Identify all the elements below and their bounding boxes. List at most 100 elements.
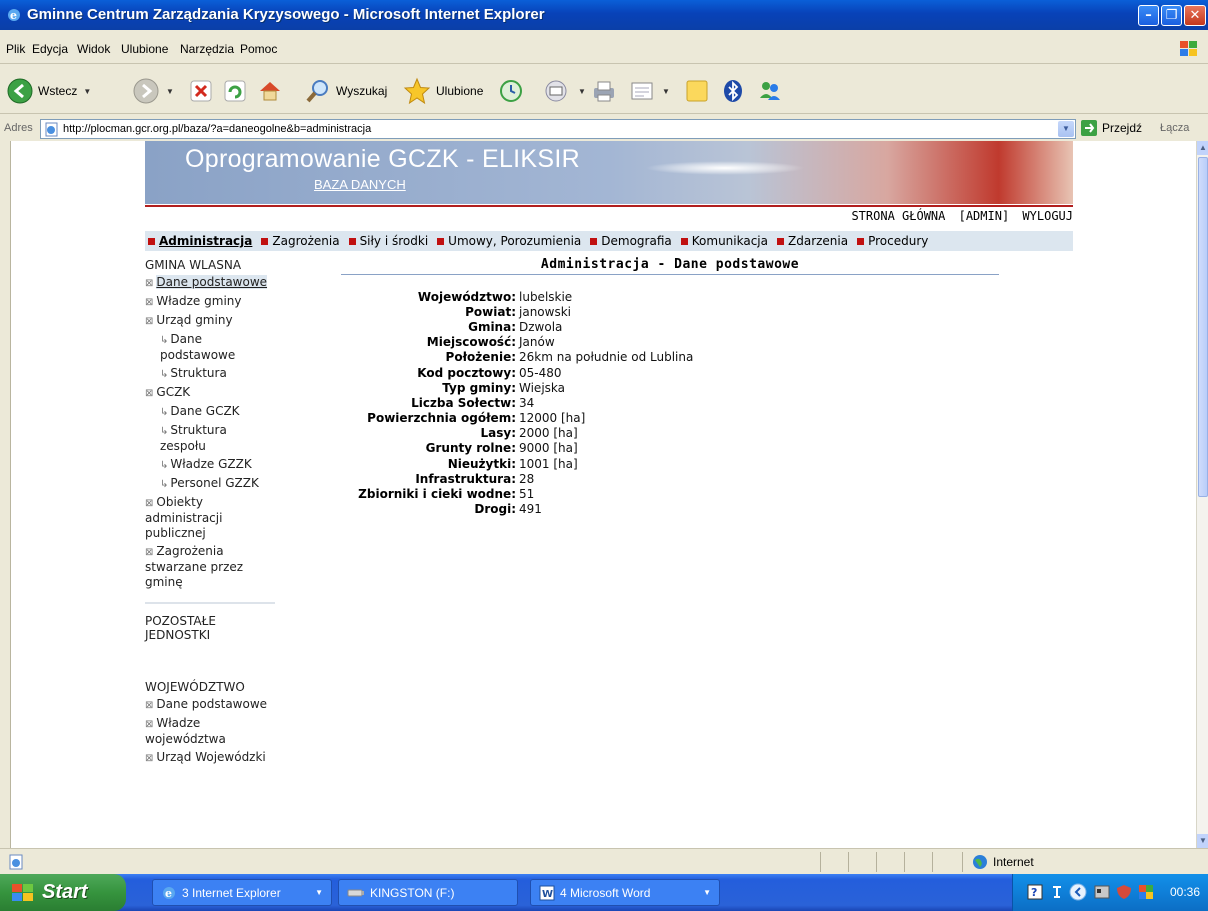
menu-favorites[interactable]: Ulubione: [121, 42, 168, 56]
subitem-arrow-icon: ↳: [160, 460, 169, 471]
sidebar-heading-pozostale[interactable]: POZOSTAŁE JEDNOSTKI: [145, 614, 275, 642]
detail-value: Janów: [519, 335, 555, 350]
search-button[interactable]: Wyszukaj: [304, 77, 387, 105]
history-icon: [500, 80, 522, 102]
expand-icon: ⊠: [145, 498, 154, 509]
messenger-icon: [760, 82, 780, 100]
mail-button[interactable]: ▼: [544, 77, 586, 105]
menu-help[interactable]: Pomoc: [240, 42, 277, 56]
address-dropdown-button[interactable]: ▼: [1058, 121, 1074, 137]
subitem-arrow-icon: ↳: [160, 426, 169, 437]
sidebar-item-woj-urzad[interactable]: ⊠ Urząd Wojewódzki: [145, 750, 275, 766]
logout-link[interactable]: WYLOGUJ: [1022, 209, 1073, 223]
menu-view[interactable]: Widok: [77, 42, 110, 56]
window-titlebar[interactable]: e Gminne Centrum Zarządzania Kryzysowego…: [0, 0, 1208, 30]
scroll-up-icon[interactable]: ▲: [1197, 141, 1208, 155]
banner-divider: [145, 205, 1073, 207]
ie-icon: e: [163, 886, 175, 900]
clock: 00:36: [1169, 885, 1200, 899]
home-icon: [260, 82, 280, 101]
sidebar-item-zagrozenia[interactable]: ⊠ Zagrożenia stwarzane przez gminę: [145, 544, 275, 590]
forward-button[interactable]: ▼: [132, 77, 174, 105]
home-button[interactable]: [256, 77, 284, 105]
home-link[interactable]: STRONA GŁÓWNA: [851, 209, 945, 223]
expand-icon: ⊠: [145, 278, 154, 289]
detail-value: 12000 [ha]: [519, 411, 586, 426]
address-input[interactable]: http://plocman.gcr.org.pl/baza/?a=daneog…: [40, 119, 1076, 139]
menu-edit[interactable]: Edycja: [32, 42, 68, 56]
nav-demografia[interactable]: Demografia: [590, 234, 672, 248]
stop-icon: [190, 80, 212, 102]
detail-label: Gmina:: [468, 319, 516, 334]
nav-bullet-icon: [348, 237, 356, 245]
menu-file[interactable]: Plik: [6, 42, 25, 56]
tray-flag-icon[interactable]: [1137, 883, 1155, 901]
detail-row: Infrastruktura: 28: [211, 471, 693, 486]
task-microsoft-word[interactable]: W 4 Microsoft Word ▼: [530, 879, 720, 906]
nav-bullet-icon: [777, 237, 784, 245]
close-button[interactable]: ✕: [1184, 5, 1206, 26]
edit-button[interactable]: ▼: [628, 77, 670, 105]
notes-button[interactable]: [684, 77, 710, 105]
sidebar-item-woj-wladze[interactable]: ⊠ Władze województwa: [145, 716, 275, 747]
expand-icon: ⊠: [145, 297, 154, 308]
detail-label: Grunty rolne:: [425, 441, 516, 456]
detail-row: Kod pocztowy: 05-480: [211, 365, 693, 380]
nav-bullet-icon: [148, 237, 155, 245]
links-label[interactable]: Łącza: [1160, 122, 1189, 134]
expand-tray-icon[interactable]: [1069, 883, 1087, 901]
detail-label: Liczba Sołectw:: [411, 395, 516, 410]
expand-icon: ⊠: [145, 388, 154, 399]
detail-label: Drogi:: [474, 502, 516, 517]
task-kingston-drive[interactable]: KINGSTON (F:): [338, 879, 518, 906]
vertical-scrollbar[interactable]: ▲ ▼: [1196, 141, 1208, 848]
start-button[interactable]: Start: [0, 874, 126, 911]
detail-value: janowski: [519, 304, 571, 319]
status-divider: [932, 852, 933, 872]
network-icon[interactable]: [1051, 883, 1063, 901]
nav-komunikacja[interactable]: Komunikacja: [680, 234, 768, 248]
banner-subtitle-link[interactable]: BAZA DANYCH: [314, 177, 406, 192]
detail-value: 2000 [ha]: [519, 426, 578, 441]
sidebar-item-woj-dane[interactable]: ⊠ Dane podstawowe: [145, 697, 275, 713]
expand-icon: ⊠: [145, 316, 154, 327]
minimize-button[interactable]: –: [1138, 5, 1159, 26]
address-bar: Adres http://plocman.gcr.org.pl/baza/?a=…: [0, 117, 1208, 141]
scroll-down-icon[interactable]: ▼: [1197, 834, 1208, 848]
favorites-button[interactable]: Ulubione: [402, 77, 483, 105]
nav-bullet-icon: [680, 237, 688, 245]
detail-label: Województwo:: [417, 289, 516, 304]
go-button[interactable]: Przejdź: [1080, 119, 1142, 137]
history-button[interactable]: [498, 77, 524, 105]
nav-umowy[interactable]: Umowy, Porozumienia: [437, 234, 581, 248]
detail-row: Województwo: lubelskie: [211, 289, 693, 304]
banner-title: Oprogramowanie GCZK - ELIKSIR: [185, 145, 580, 173]
nav-zagrozenia[interactable]: Zagrożenia: [261, 234, 340, 248]
word-icon: W: [539, 885, 555, 900]
detail-row: Grunty rolne: 9000 [ha]: [211, 441, 693, 456]
svg-text:W: W: [542, 889, 553, 900]
back-button[interactable]: Wstecz ▼: [6, 77, 91, 105]
nav-administracja[interactable]: Administracja: [148, 234, 252, 248]
menu-tools[interactable]: Narzędzia: [180, 42, 234, 56]
task-internet-explorer[interactable]: e 3 Internet Explorer ▼: [152, 879, 332, 906]
svg-text:?: ?: [1031, 886, 1037, 899]
tray-app-icon[interactable]: [1093, 883, 1111, 901]
nav-sily-i-srodki[interactable]: Siły i środki: [348, 234, 428, 248]
help-icon[interactable]: ?: [1027, 884, 1043, 900]
tray-shield-icon[interactable]: [1115, 883, 1133, 901]
detail-value: 28: [519, 471, 535, 486]
scroll-thumb[interactable]: [1198, 157, 1208, 497]
admin-link[interactable]: [ADMIN]: [959, 209, 1010, 223]
bluetooth-button[interactable]: [720, 77, 746, 105]
nav-procedury[interactable]: Procedury: [857, 234, 928, 248]
stop-button[interactable]: [188, 77, 214, 105]
maximize-button[interactable]: ❐: [1161, 5, 1182, 26]
messenger-button[interactable]: [756, 77, 784, 105]
refresh-button[interactable]: [222, 77, 248, 105]
print-button[interactable]: [590, 77, 618, 105]
ie-icon: e: [8, 9, 20, 22]
detail-label: Powiat:: [465, 304, 516, 319]
nav-zdarzenia[interactable]: Zdarzenia: [777, 234, 848, 248]
expand-icon: ⊠: [145, 547, 154, 558]
